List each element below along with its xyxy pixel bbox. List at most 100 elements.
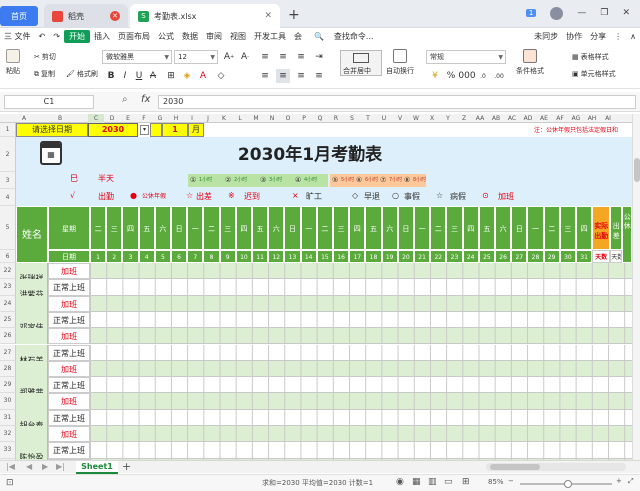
- unsynced-button[interactable]: 未同步: [530, 31, 562, 42]
- attendance-row[interactable]: [90, 393, 633, 410]
- zoom-slider[interactable]: [520, 480, 612, 488]
- align-top-icon[interactable]: ≡: [258, 50, 272, 64]
- align-left-icon[interactable]: ≡: [258, 69, 272, 83]
- column-header[interactable]: Q: [312, 114, 328, 123]
- attendance-row[interactable]: [90, 344, 633, 361]
- command-search[interactable]: 🔍 查找命令...: [306, 31, 382, 42]
- attendance-row[interactable]: [90, 377, 633, 394]
- percent-icon[interactable]: %: [444, 69, 458, 83]
- clear-format-icon[interactable]: ◇: [214, 69, 228, 83]
- column-header[interactable]: K: [216, 114, 232, 123]
- h-scroll-thumb[interactable]: [490, 464, 540, 470]
- column-header[interactable]: AF: [552, 114, 568, 123]
- collaborate-button[interactable]: 协作: [562, 31, 586, 42]
- cut-button[interactable]: ✂ 剪切: [34, 52, 56, 62]
- scroll-thumb[interactable]: [634, 158, 640, 182]
- menu-file[interactable]: 三 文件: [0, 31, 35, 42]
- menu-developer[interactable]: 开发工具: [250, 31, 290, 42]
- font-color-icon[interactable]: A: [196, 69, 210, 83]
- prev-sheet-icon[interactable]: ◀: [26, 462, 32, 471]
- row-header[interactable]: 2: [0, 137, 16, 172]
- column-header[interactable]: S: [344, 114, 360, 123]
- month-input-cell[interactable]: 1: [162, 123, 188, 137]
- indent-icon[interactable]: ⇥: [312, 50, 326, 64]
- dropdown-arrow-icon[interactable]: ▾: [140, 125, 149, 135]
- row-header[interactable]: 32: [0, 426, 16, 443]
- share-button[interactable]: 分享: [586, 31, 610, 42]
- horizontal-scrollbar[interactable]: [486, 463, 626, 471]
- wrap-text-button[interactable]: 自动换行: [386, 49, 414, 76]
- attendance-row[interactable]: [90, 328, 633, 345]
- row-header[interactable]: 25: [0, 311, 16, 329]
- column-header[interactable]: A: [16, 114, 32, 123]
- row-header[interactable]: 24: [0, 295, 16, 312]
- table-style-button[interactable]: ▦ 表格样式: [572, 52, 609, 62]
- formula-input[interactable]: 2030: [158, 95, 636, 109]
- column-header[interactable]: T: [360, 114, 376, 123]
- conditional-format-button[interactable]: 条件格式: [516, 49, 544, 76]
- column-header[interactable]: AG: [568, 114, 584, 123]
- column-header[interactable]: J: [200, 114, 216, 123]
- column-header[interactable]: E: [120, 114, 136, 123]
- border-icon[interactable]: ⊞: [164, 69, 178, 83]
- add-sheet-button[interactable]: +: [122, 460, 131, 473]
- grow-font-icon[interactable]: A +: [222, 50, 236, 64]
- column-header[interactable]: D: [104, 114, 120, 123]
- sheet-tab-sheet1[interactable]: Sheet1: [76, 461, 118, 474]
- close-icon[interactable]: ✕: [110, 11, 120, 21]
- attendance-row[interactable]: [90, 263, 633, 280]
- attendance-row[interactable]: [90, 311, 633, 329]
- column-header[interactable]: M: [248, 114, 264, 123]
- attendance-row[interactable]: [90, 442, 633, 459]
- minimize-icon[interactable]: —: [577, 8, 586, 18]
- column-header[interactable]: I: [184, 114, 200, 123]
- row-header[interactable]: 4: [0, 189, 16, 206]
- paste-button[interactable]: 粘贴: [6, 49, 20, 76]
- column-header[interactable]: X: [424, 114, 440, 123]
- column-header[interactable]: C: [88, 114, 104, 123]
- name-box[interactable]: C1: [4, 95, 94, 109]
- column-header[interactable]: AB: [488, 114, 504, 123]
- reading-mode-icon[interactable]: ⊞: [462, 477, 470, 487]
- zoom-slider-thumb[interactable]: [564, 480, 572, 488]
- zoom-in-icon[interactable]: +: [616, 477, 622, 485]
- column-header[interactable]: AD: [520, 114, 536, 123]
- attendance-row[interactable]: [90, 426, 633, 443]
- fullscreen-icon[interactable]: ⤢: [628, 477, 634, 486]
- fx-icon[interactable]: fx: [141, 94, 150, 105]
- row-header[interactable]: 1: [0, 123, 16, 137]
- column-header[interactable]: AE: [536, 114, 552, 123]
- thousands-icon[interactable]: 000: [458, 69, 475, 83]
- increase-decimal-icon[interactable]: .0: [476, 69, 490, 83]
- redo-icon[interactable]: ↷: [49, 32, 64, 41]
- row-header[interactable]: 22: [0, 263, 16, 280]
- next-sheet-icon[interactable]: ▶: [42, 462, 48, 471]
- column-header[interactable]: O: [280, 114, 296, 123]
- menu-formula[interactable]: 公式: [154, 31, 178, 42]
- vertical-scrollbar[interactable]: [632, 114, 640, 460]
- eye-icon[interactable]: ◉: [396, 477, 404, 487]
- close-window-icon[interactable]: ✕: [622, 8, 630, 18]
- undo-icon[interactable]: ↶: [35, 32, 50, 41]
- strikethrough-icon[interactable]: A: [146, 69, 160, 83]
- tab-home[interactable]: 首页: [0, 6, 38, 26]
- column-header[interactable]: B: [32, 114, 88, 123]
- column-header[interactable]: AC: [504, 114, 520, 123]
- first-sheet-icon[interactable]: |◀: [6, 462, 15, 471]
- row-header[interactable]: 30: [0, 393, 16, 410]
- font-family-select[interactable]: 微软雅黑 ▼: [102, 50, 172, 64]
- row-header[interactable]: 27: [0, 344, 16, 361]
- format-painter-button[interactable]: 🖌 格式刷: [66, 69, 98, 79]
- column-header[interactable]: L: [232, 114, 248, 123]
- column-header[interactable]: AA: [472, 114, 488, 123]
- align-bottom-icon[interactable]: ≡: [294, 50, 308, 64]
- macro-icon[interactable]: ⊡: [6, 478, 14, 488]
- row-header[interactable]: 29: [0, 377, 16, 394]
- window-count-badge[interactable]: 1: [525, 9, 537, 17]
- tab-docer[interactable]: 稻壳 ✕: [44, 4, 128, 28]
- number-format-select[interactable]: 常规 ▼: [426, 50, 506, 64]
- menu-page-layout[interactable]: 页面布局: [114, 31, 154, 42]
- page-layout-view-icon[interactable]: ▭: [444, 477, 453, 487]
- italic-icon[interactable]: I: [118, 69, 132, 83]
- fill-color-icon[interactable]: ◈: [180, 69, 194, 83]
